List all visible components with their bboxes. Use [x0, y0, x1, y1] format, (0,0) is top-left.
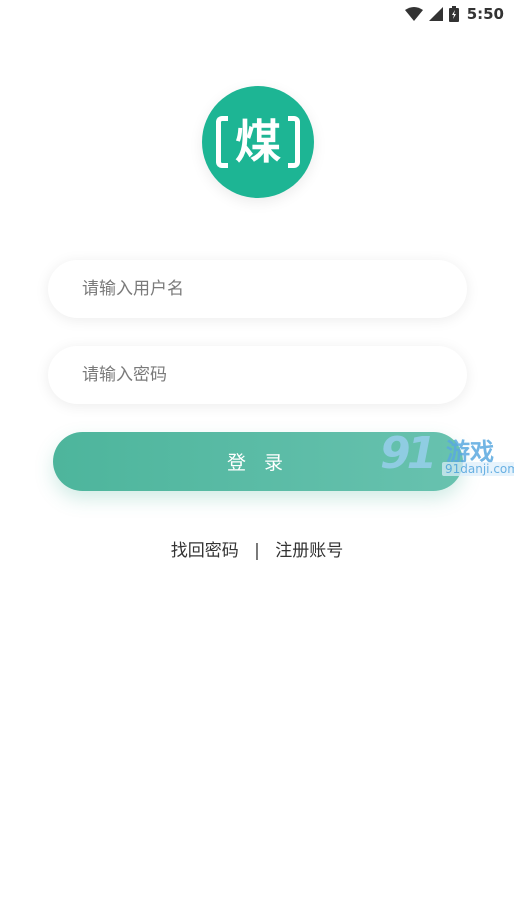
logo-mark: 煤 [216, 112, 300, 172]
status-bar: 5:50 [0, 0, 514, 28]
password-input[interactable] [48, 346, 467, 404]
cell-signal-icon [428, 7, 443, 21]
link-separator: | [254, 541, 260, 561]
username-input[interactable] [48, 260, 467, 318]
username-field-container [48, 260, 467, 318]
password-field-container [48, 346, 467, 404]
wifi-icon [404, 7, 423, 21]
login-button[interactable]: 登 录 [53, 432, 463, 491]
logo-char: 煤 [235, 115, 281, 169]
forgot-password-link[interactable]: 找回密码 [171, 541, 239, 561]
app-logo: 煤 [202, 86, 314, 198]
auth-links: 找回密码 | 注册账号 [0, 536, 514, 561]
battery-icon [448, 6, 459, 22]
status-time: 5:50 [466, 5, 504, 23]
register-link[interactable]: 注册账号 [275, 541, 343, 561]
